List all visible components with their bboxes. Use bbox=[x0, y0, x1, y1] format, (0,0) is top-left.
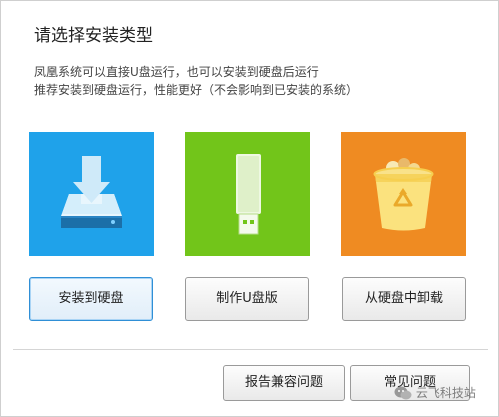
hard-disk-install-icon bbox=[61, 156, 122, 228]
report-compatibility-button[interactable]: 报告兼容问题 bbox=[223, 365, 345, 401]
usb-drive-icon bbox=[236, 154, 261, 235]
wechat-icon bbox=[394, 386, 412, 399]
install-to-disk-tile[interactable] bbox=[29, 132, 154, 256]
install-to-disk-button[interactable]: 安装到硬盘 bbox=[29, 277, 153, 321]
footer-divider bbox=[13, 349, 488, 350]
watermark-text: 云飞科技站 bbox=[415, 386, 476, 400]
uninstall-from-disk-button[interactable]: 从硬盘中卸载 bbox=[342, 277, 466, 321]
install-type-dialog: 请选择安装类型 凤凰系统可以直接U盘运行，也可以安装到硬盘后运行 推荐安装到硬盘… bbox=[0, 0, 499, 417]
make-usb-button[interactable]: 制作U盘版 bbox=[185, 277, 309, 321]
description-line-1: 凤凰系统可以直接U盘运行，也可以安装到硬盘后运行 bbox=[34, 65, 319, 79]
description-line-2: 推荐安装到硬盘运行，性能更好（不会影响到已安装的系统） bbox=[34, 83, 359, 97]
uninstall-from-disk-tile[interactable] bbox=[341, 132, 466, 256]
make-usb-tile[interactable] bbox=[185, 132, 310, 256]
dialog-title: 请选择安装类型 bbox=[34, 26, 153, 46]
recycle-bin-icon bbox=[373, 158, 434, 231]
watermark: 云飞科技站 bbox=[394, 384, 476, 404]
